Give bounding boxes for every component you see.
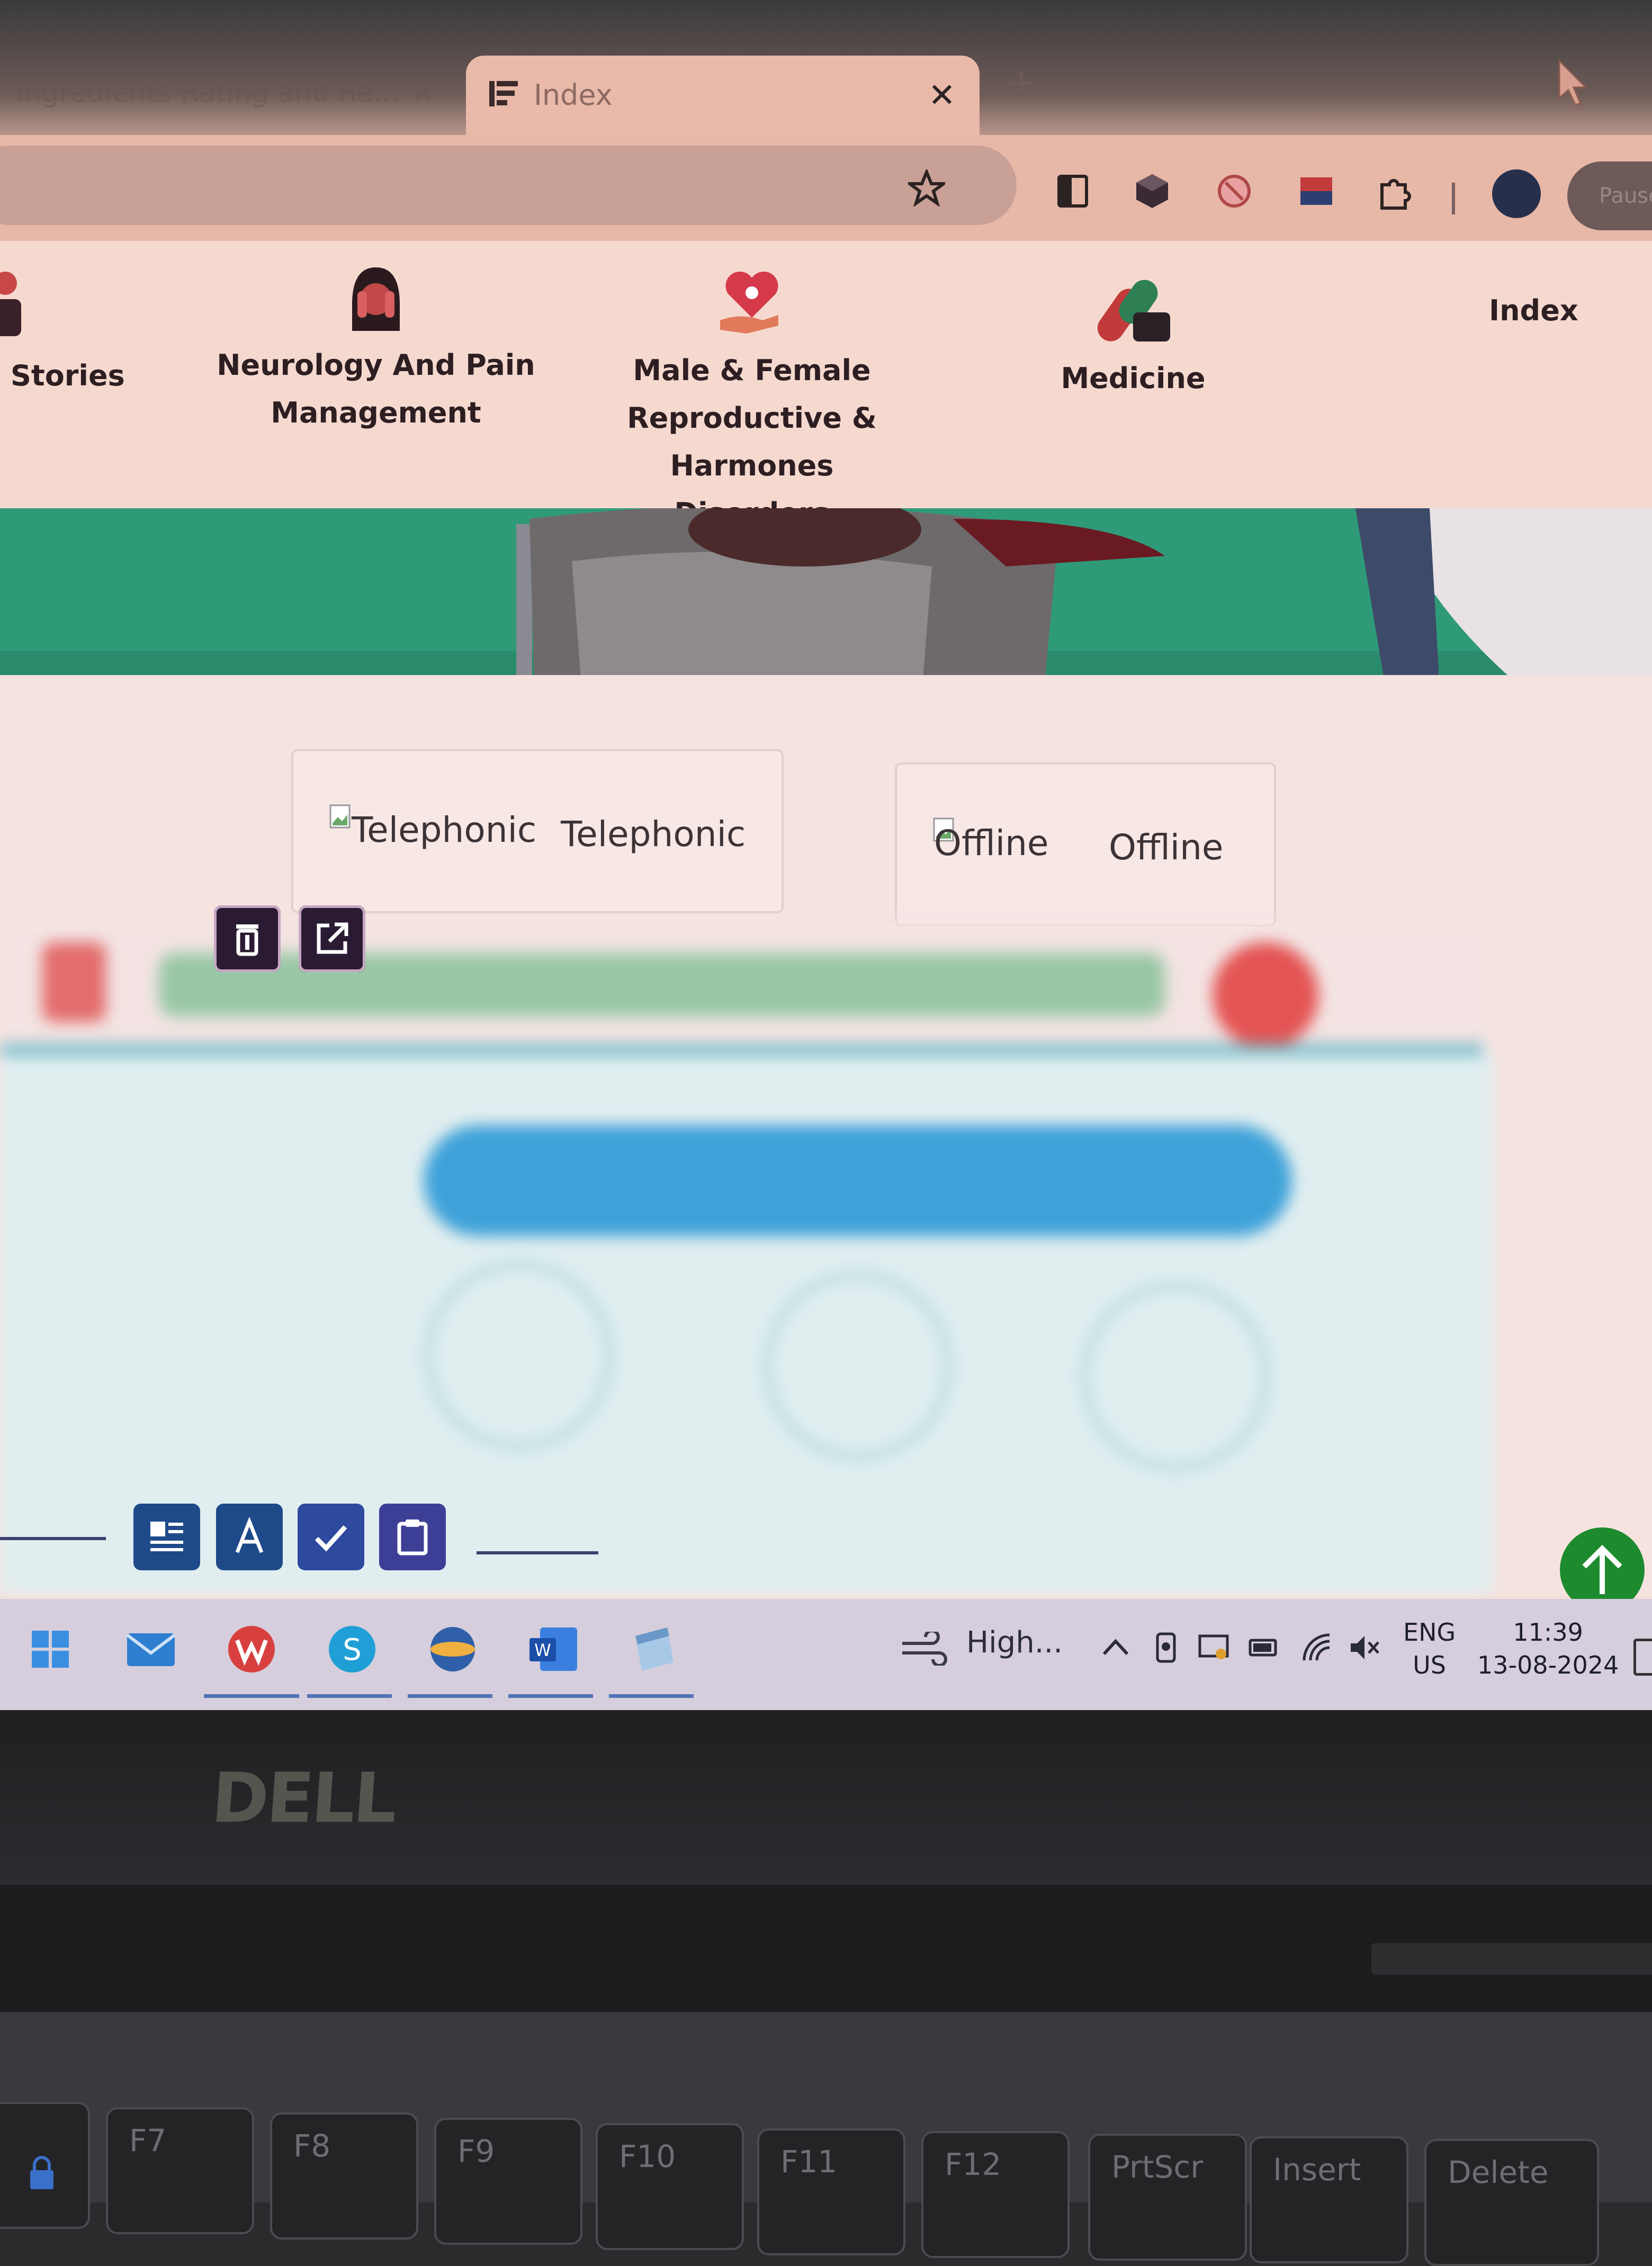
laptop-keyboard: F7 F8 F9 F10 F11 F12 PrtScr Insert Delet…: [0, 2012, 1652, 2266]
running-app-indicator: [508, 1694, 593, 1698]
close-icon[interactable]: ×: [411, 56, 434, 130]
windows-taskbar: S W High... ENG US 11:39 13-08-2024: [0, 1599, 1652, 1710]
wps-office-icon[interactable]: [222, 1620, 281, 1678]
mouse-cursor-icon: [1558, 59, 1588, 106]
lock-icon: [30, 2156, 53, 2189]
tab-inactive[interactable]: Ingredients Rating and Re... ×: [0, 56, 466, 130]
key-f11[interactable]: F11: [757, 2128, 905, 2255]
laptop-hinge: [0, 1885, 1652, 2012]
svg-text:W: W: [534, 1640, 551, 1660]
divider-line: [477, 1551, 598, 1554]
text-button[interactable]: [216, 1504, 283, 1570]
puzzle-extensions-icon[interactable]: [1377, 172, 1415, 210]
consult-option-telephonic[interactable]: Telephonic Telephonic: [291, 749, 784, 913]
new-tab-button[interactable]: +: [1006, 61, 1037, 104]
pills-icon: [1097, 280, 1170, 341]
chevron-up-icon[interactable]: [1099, 1631, 1133, 1665]
key-lock[interactable]: [0, 2102, 90, 2229]
hero-image: [0, 508, 1652, 699]
layout-button[interactable]: [133, 1504, 200, 1570]
weather-text[interactable]: High...: [966, 1625, 1063, 1660]
key-prtscr[interactable]: PrtScr: [1088, 2134, 1247, 2261]
broken-image-icon: [329, 804, 351, 829]
profile-avatar[interactable]: [1492, 169, 1541, 218]
close-icon[interactable]: ✕: [928, 56, 956, 135]
key-insert[interactable]: Insert: [1250, 2136, 1408, 2263]
bookmark-star-icon[interactable]: [908, 169, 945, 206]
laptop-screen: Ingredients Rating and Re... × Index ✕ +: [0, 0, 1652, 1710]
svg-text:S: S: [343, 1633, 362, 1667]
check-button[interactable]: [298, 1504, 364, 1570]
running-app-indicator: [609, 1694, 694, 1698]
dell-logo: DELL: [209, 1758, 398, 1838]
divider-line: [0, 1537, 106, 1540]
hero-banner: [0, 508, 1652, 699]
laptop-bezel: DELL: [0, 1710, 1652, 1885]
reading-list-icon[interactable]: [1054, 172, 1092, 210]
clock-date: 13-08-2024: [1477, 1651, 1619, 1679]
arrow-up-icon: [1582, 1544, 1622, 1594]
notes-icon[interactable]: [625, 1620, 683, 1678]
wind-weather-icon: [902, 1632, 947, 1666]
key-f8[interactable]: F8: [270, 2112, 418, 2240]
profile-button[interactable]: Paused: [1567, 161, 1652, 230]
hinge-slot: [1371, 1943, 1652, 1975]
battery-icon[interactable]: [1247, 1631, 1281, 1665]
camera-icon[interactable]: [1149, 1631, 1183, 1665]
key-f10[interactable]: F10: [596, 2123, 744, 2250]
layout-icon: [150, 1522, 183, 1551]
running-app-indicator: [408, 1694, 492, 1698]
skype-icon[interactable]: S: [323, 1620, 381, 1678]
telephonic-label: Telephonic: [561, 814, 746, 855]
text-icon: [235, 1517, 264, 1553]
list-favicon-icon: [489, 81, 518, 106]
speaker-muted-icon[interactable]: [1348, 1631, 1381, 1665]
head-pain-icon: [352, 267, 400, 331]
wallet-extension-icon[interactable]: [1297, 172, 1335, 210]
language-indicator[interactable]: ENG US: [1403, 1616, 1456, 1681]
cube-extension-icon[interactable]: [1133, 172, 1171, 210]
mail-icon[interactable]: [122, 1620, 180, 1678]
tab-title: Index: [534, 78, 613, 112]
offline-label: Offline: [1109, 827, 1224, 868]
heart-hand-icon: [720, 271, 778, 334]
key-f7[interactable]: F7: [106, 2107, 254, 2234]
notification-icon[interactable]: [1633, 1639, 1652, 1676]
active-app-indicator: [204, 1694, 299, 1698]
browser-tab-strip: Ingredients Rating and Re... × Index ✕ +: [0, 0, 1652, 135]
blurred-poster-image: [0, 921, 1493, 1594]
delete-button[interactable]: [214, 905, 281, 972]
tab-title: Ingredients Rating and Re...: [16, 77, 399, 109]
clipboard-icon: [397, 1519, 428, 1555]
running-app-indicator: [307, 1694, 392, 1698]
browser-toolbar: Paused: [0, 135, 1652, 241]
address-bar[interactable]: [0, 146, 1017, 225]
wifi-icon[interactable]: [1300, 1631, 1334, 1665]
browser-icon[interactable]: [424, 1620, 482, 1678]
key-f12[interactable]: F12: [921, 2131, 1070, 2258]
telephonic-image-alt: Telephonic: [352, 810, 537, 850]
toolbar-divider: [1452, 183, 1455, 214]
key-f9[interactable]: F9: [434, 2118, 582, 2245]
offline-image-alt: Offline: [934, 823, 1049, 864]
check-icon: [315, 1525, 347, 1552]
tab-index[interactable]: Index ✕: [466, 56, 980, 135]
region-code: US: [1413, 1651, 1446, 1679]
edit-button[interactable]: [299, 905, 365, 972]
start-icon[interactable]: [21, 1620, 79, 1678]
person-icon: [0, 272, 21, 336]
nav-index-link[interactable]: Index: [1489, 294, 1578, 327]
consult-option-offline[interactable]: Offline Offline: [895, 762, 1276, 927]
display-icon[interactable]: [1197, 1631, 1231, 1665]
edit-icon: [317, 922, 348, 954]
delete-icon: [236, 924, 258, 956]
clock-time: 11:39: [1513, 1618, 1583, 1647]
clipboard-button[interactable]: [379, 1504, 446, 1570]
word-icon[interactable]: W: [524, 1620, 582, 1678]
key-delete[interactable]: Delete: [1424, 2139, 1599, 2266]
category-nav: Stories Neurology And Pain Management Ma…: [0, 241, 1652, 530]
blocker-extension-icon[interactable]: [1215, 172, 1253, 210]
language-code: ENG: [1403, 1618, 1456, 1647]
clock[interactable]: 11:39 13-08-2024: [1477, 1616, 1619, 1681]
